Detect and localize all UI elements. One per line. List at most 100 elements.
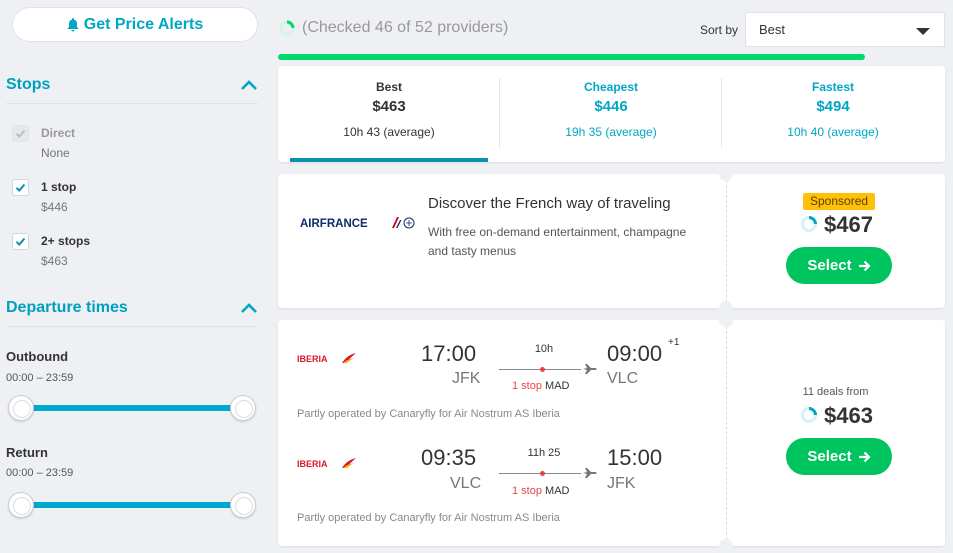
slider-track	[18, 502, 246, 508]
tab-fastest-duration: 10h 40 (average)	[787, 125, 879, 139]
ticket-notch	[719, 539, 733, 553]
divider	[6, 103, 258, 104]
bell-icon	[67, 17, 79, 31]
leg2-arrive-code: JFK	[607, 475, 636, 492]
ad-description: With free on-demand entertainment, champ…	[428, 225, 687, 258]
1-stop-label: 1 stop	[41, 180, 77, 194]
outbound-time-slider[interactable]	[8, 393, 258, 423]
ad-price: $467	[824, 212, 873, 237]
leg2-depart-time: 09:35	[421, 445, 477, 470]
sponsored-ad-card[interactable]: AIRFRANCE Discover the French way of tra…	[278, 167, 945, 315]
slider-track	[18, 405, 246, 411]
stop-dot	[540, 471, 545, 476]
return-range: 00:00 – 23:59	[6, 467, 74, 479]
direct-checkbox[interactable]	[12, 125, 29, 142]
direct-price: None	[41, 146, 70, 160]
leg1-stop-airport: MAD	[545, 380, 570, 392]
arrow-right-icon	[858, 260, 871, 271]
leg1-day-offset: +1	[668, 337, 680, 348]
leg1-stops: 1 stop MAD	[512, 380, 569, 392]
tab-cheapest[interactable]: Cheapest $446 19h 35 (average)	[500, 66, 722, 162]
ticket-notch	[719, 167, 733, 181]
search-progress-bar	[278, 54, 865, 60]
outbound-end-handle[interactable]	[230, 395, 256, 421]
departure-times-title: Departure times	[6, 299, 128, 316]
leg1-arrive-time: 09:00	[607, 341, 663, 366]
select-label: Select	[807, 257, 852, 274]
return-start-handle[interactable]	[8, 492, 34, 518]
result-select-button[interactable]: Select	[786, 438, 892, 475]
leg2-stop-airport: MAD	[545, 485, 570, 497]
stop-dot	[540, 367, 545, 372]
check-icon	[15, 183, 26, 192]
ad-select-button[interactable]: Select	[786, 247, 892, 284]
leg2-depart-code: VLC	[450, 475, 482, 492]
sort-by-label: Sort by	[700, 23, 739, 37]
leg1-operated-by: Partly operated by Canaryfly for Air Nos…	[297, 408, 560, 420]
outbound-range: 00:00 – 23:59	[6, 372, 74, 384]
leg1-depart-code: JFK	[452, 370, 481, 387]
tab-cheapest-duration: 19h 35 (average)	[565, 125, 657, 139]
loading-spinner-icon	[801, 216, 817, 232]
plane-icon	[583, 468, 597, 478]
sort-dropdown[interactable]: Best	[745, 12, 945, 47]
2-plus-stops-price: $463	[41, 254, 68, 268]
plane-icon	[583, 364, 597, 374]
tab-fastest-price: $494	[816, 98, 850, 115]
get-price-alerts-button[interactable]: Get Price Alerts	[12, 7, 258, 42]
tab-cheapest-name: Cheapest	[583, 80, 639, 94]
leg2-arrive-time: 15:00	[607, 445, 663, 470]
ticket-notch	[719, 313, 733, 327]
leg2-stops: 1 stop MAD	[512, 485, 569, 497]
iberia-logo: IBERIA	[297, 458, 356, 469]
tab-fastest[interactable]: Fastest $494 10h 40 (average)	[722, 66, 944, 162]
leg1-duration: 10h	[534, 343, 554, 355]
providers-checked-status: (Checked 46 of 52 providers)	[302, 19, 509, 36]
sponsored-badge: Sponsored	[803, 193, 876, 210]
2-plus-stops-checkbox[interactable]	[12, 233, 29, 250]
select-label: Select	[807, 448, 852, 465]
chevron-up-icon[interactable]	[240, 79, 258, 91]
leg1-depart-time: 17:00	[421, 341, 477, 366]
direct-label: Direct	[41, 126, 76, 140]
stops-section-header[interactable]: Stops	[6, 76, 258, 94]
stops-title: Stops	[6, 76, 51, 93]
airfrance-logo: AIRFRANCE	[300, 217, 415, 230]
chevron-up-icon[interactable]	[240, 302, 258, 314]
return-label: Return	[6, 445, 48, 460]
leg2-stop-count: 1 stop	[512, 485, 542, 497]
1-stop-checkbox[interactable]	[12, 179, 29, 196]
flight-result-card[interactable]: IBERIA 17:00 JFK 10h 1 stop MAD 09:00 +1…	[278, 313, 945, 553]
get-price-alerts-label: Get Price Alerts	[83, 15, 204, 33]
active-tab-indicator	[290, 158, 488, 162]
svg-text:AIRFRANCE: AIRFRANCE	[300, 218, 368, 230]
card-separator	[726, 326, 727, 540]
check-icon	[15, 237, 26, 246]
tab-best-duration: 10h 43 (average)	[343, 125, 435, 139]
result-price: $463	[824, 403, 873, 428]
return-end-handle[interactable]	[230, 492, 256, 518]
return-time-slider[interactable]	[8, 490, 258, 520]
leg2-duration: 11h 25	[527, 447, 561, 459]
2-plus-stops-label: 2+ stops	[41, 234, 91, 248]
divider	[6, 326, 258, 327]
outbound-label: Outbound	[6, 349, 69, 364]
departure-times-section-header[interactable]: Departure times	[6, 299, 258, 317]
arrow-right-icon	[858, 451, 871, 462]
loading-spinner-icon	[279, 20, 295, 36]
iberia-logo: IBERIA	[297, 353, 356, 364]
leg1-arrive-code: VLC	[607, 370, 639, 387]
loading-spinner-icon	[801, 407, 817, 423]
tab-best-price: $463	[372, 98, 406, 115]
sort-value: Best	[759, 22, 786, 37]
outbound-start-handle[interactable]	[8, 395, 34, 421]
svg-text:IBERIA: IBERIA	[297, 354, 328, 364]
card-separator	[726, 180, 727, 302]
check-icon	[15, 129, 26, 138]
tab-best-name: Best	[375, 80, 402, 94]
leg1-stop-count: 1 stop	[512, 380, 542, 392]
sort-tabs: Best $463 10h 43 (average) Cheapest $446…	[278, 66, 945, 162]
tab-best[interactable]: Best $463 10h 43 (average)	[278, 66, 500, 162]
tab-fastest-name: Fastest	[811, 80, 855, 94]
deals-count: 11 deals from	[802, 386, 869, 398]
